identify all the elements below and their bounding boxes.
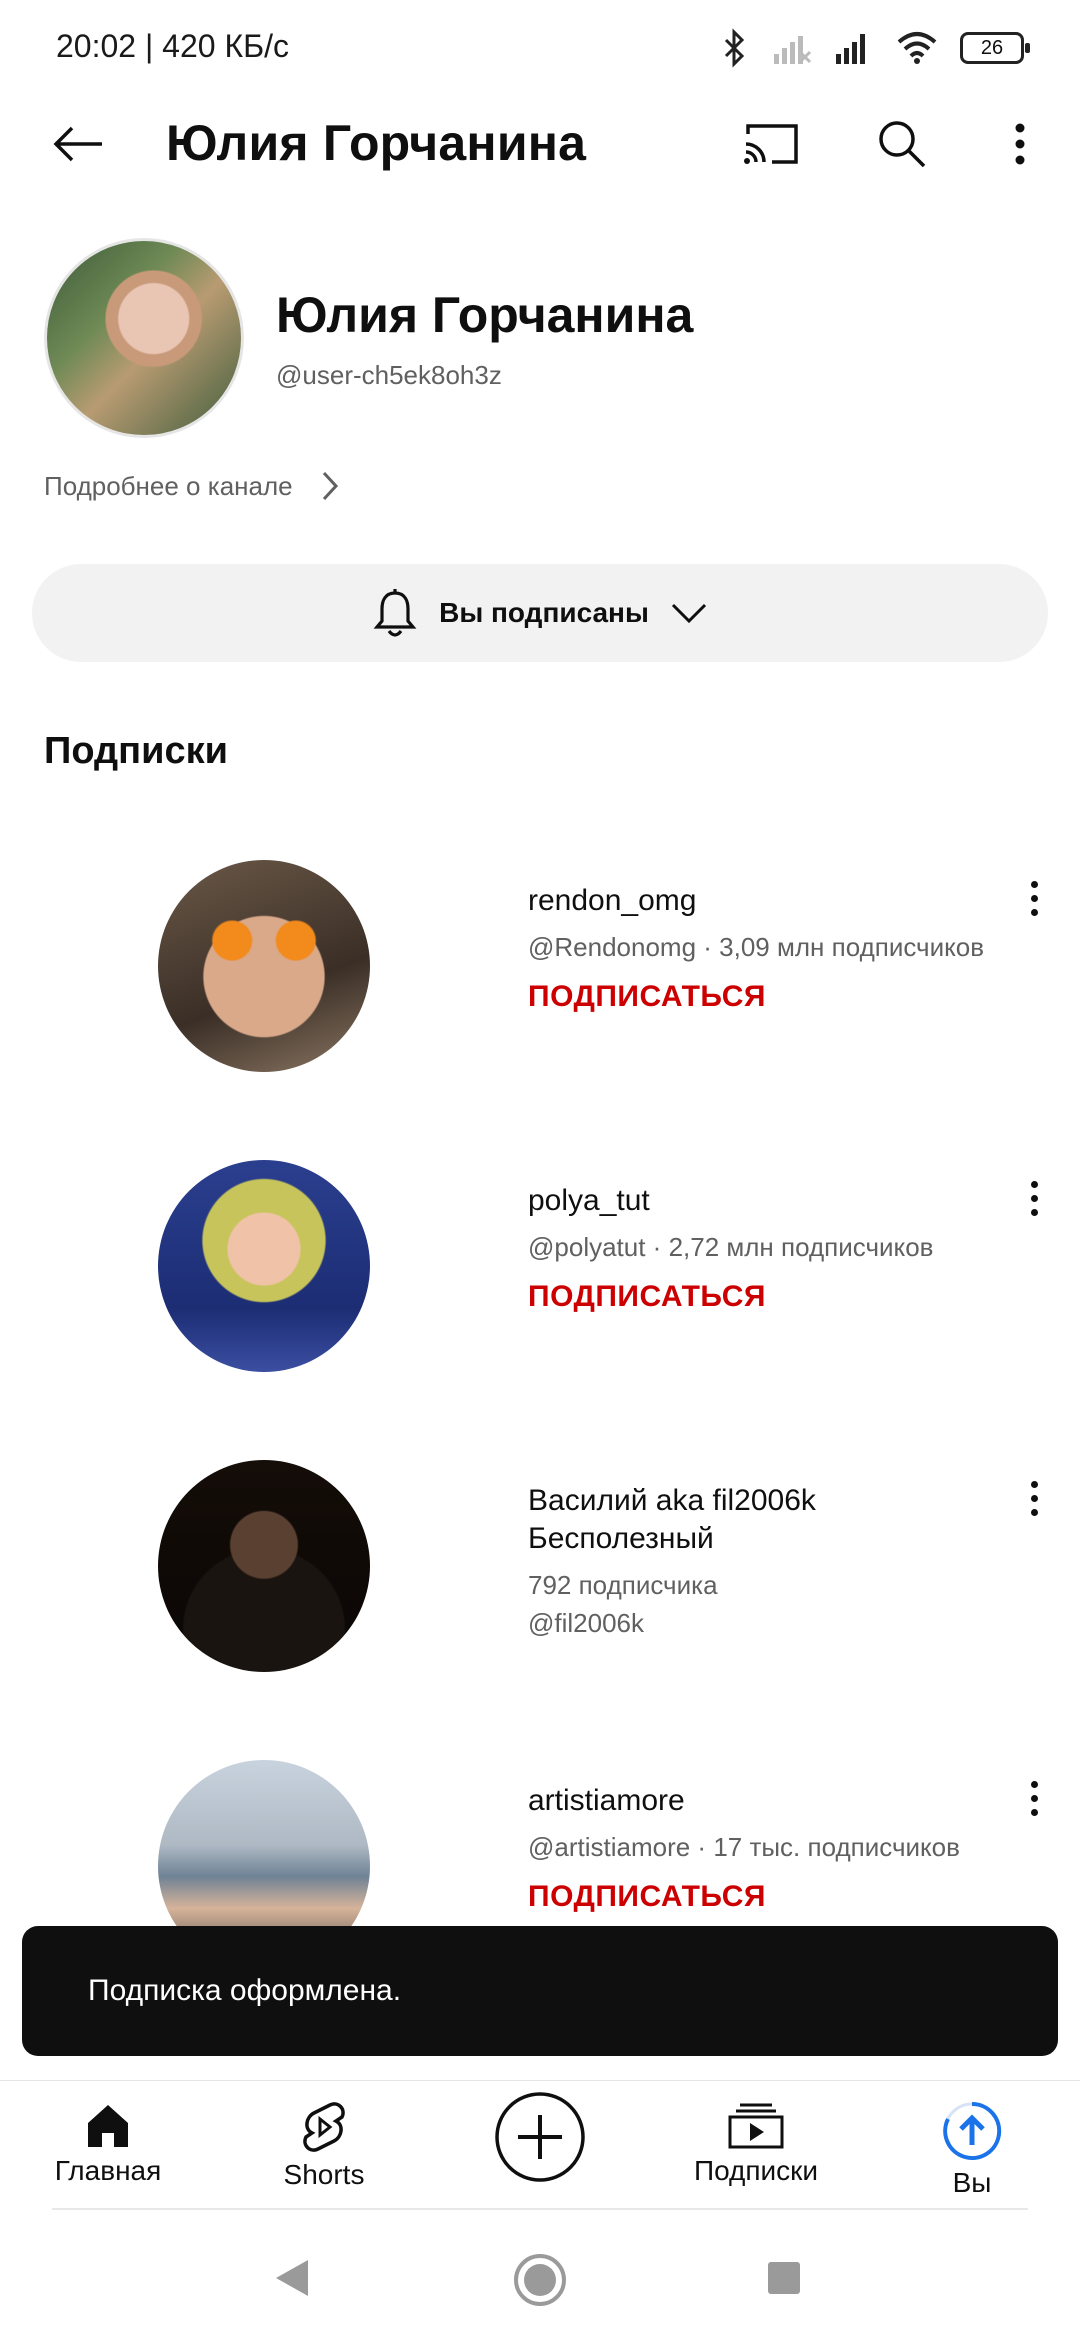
- channel-item-meta: @Rendonomg · 3,09 млн подписчиков: [528, 932, 985, 962]
- nav-home[interactable]: Главная: [18, 2101, 198, 2187]
- back-button[interactable]: [42, 108, 114, 180]
- channel-handle: @user-ch5ek8oh3z: [276, 360, 502, 390]
- more-vert-icon[interactable]: [1014, 1768, 1054, 1828]
- cast-icon: [744, 124, 798, 164]
- subscriptions-list: rendon_omg @Rendonomg · 3,09 млн подписч…: [0, 840, 1080, 1930]
- more-vert-icon[interactable]: [1014, 1468, 1054, 1528]
- list-item-info: rendon_omg @Rendonomg · 3,09 млн подписч…: [528, 882, 1018, 1014]
- battery-icon: 26: [960, 32, 1030, 64]
- more-vert-icon[interactable]: [1014, 868, 1054, 928]
- nav-you[interactable]: Вы: [882, 2101, 1062, 2199]
- nav-create[interactable]: [450, 2091, 630, 2183]
- subscribe-button[interactable]: ПОДПИСАТЬСЯ: [528, 1880, 1018, 1914]
- more-options-button[interactable]: [984, 108, 1056, 180]
- nav-you-label: Вы: [952, 2167, 992, 2198]
- you-avatar-icon: [943, 2101, 1002, 2160]
- nav-shorts[interactable]: Shorts: [234, 2101, 414, 2191]
- shorts-icon: [303, 2102, 345, 2152]
- back-arrow-icon: [53, 126, 102, 162]
- more-about-label: Подробнее о канале: [44, 470, 293, 501]
- create-plus-icon: [495, 2092, 585, 2182]
- back-triangle-icon[interactable]: [274, 2258, 310, 2298]
- channel-item-handle: @fil2006k: [528, 1608, 645, 1638]
- wifi-icon: [897, 32, 937, 64]
- channel-item-name: artistiamore: [528, 1784, 685, 1817]
- search-button[interactable]: [866, 108, 938, 180]
- chevron-right-icon: [322, 471, 338, 501]
- avatar[interactable]: [158, 1160, 370, 1372]
- bottom-nav: Главная Shorts Подписки Вы: [0, 2080, 1080, 2210]
- channel-item-name: polya_tut: [528, 1184, 650, 1217]
- channel-name: Юлия Горчанина: [276, 287, 694, 343]
- nav-home-label: Главная: [54, 2155, 162, 2186]
- channel-item-name: rendon_omg: [528, 884, 697, 917]
- avatar[interactable]: [158, 1760, 370, 1930]
- search-icon: [879, 121, 926, 168]
- channel-item-meta: @polyatut · 2,72 млн подписчиков: [528, 1232, 934, 1262]
- system-nav-bar: [0, 2230, 1080, 2340]
- subscribed-button[interactable]: Вы подписаны: [32, 564, 1048, 662]
- chevron-down-icon: [671, 603, 706, 623]
- signal-icon: [836, 34, 865, 64]
- list-item-info: polya_tut @polyatut · 2,72 млн подписчик…: [528, 1182, 1018, 1314]
- status-bar: 20:02 | 420 КБ/с 26: [0, 0, 1080, 96]
- bluetooth-icon: [724, 28, 745, 68]
- channel-item-name: Василий aka fil2006k Бесполезный: [528, 1484, 816, 1555]
- list-item[interactable]: rendon_omg @Rendonomg · 3,09 млн подписч…: [0, 860, 1080, 1100]
- top-app-bar: Юлия Горчанина: [0, 96, 1080, 192]
- status-time-speed: 20:02 | 420 КБ/с: [56, 28, 289, 64]
- page-title: Юлия Горчанина: [166, 115, 587, 171]
- nav-shorts-label: Shorts: [283, 2159, 365, 2190]
- gesture-divider: [52, 2208, 1028, 2210]
- subscribe-button[interactable]: ПОДПИСАТЬСЯ: [528, 980, 1018, 1014]
- channel-item-meta: 792 подписчика: [528, 1570, 718, 1600]
- subscribe-button[interactable]: ПОДПИСАТЬСЯ: [528, 1280, 1018, 1314]
- cast-button[interactable]: [736, 108, 808, 180]
- avatar[interactable]: [158, 860, 370, 1072]
- nav-subscriptions[interactable]: Подписки: [666, 2101, 846, 2187]
- avatar[interactable]: [158, 1460, 370, 1672]
- subscriptions-section-title: Подписки: [44, 730, 228, 772]
- nav-subscriptions-label: Подписки: [693, 2155, 819, 2186]
- channel-item-meta: @artistiamore · 17 тыс. подписчиков: [528, 1832, 960, 1862]
- more-vert-icon: [1015, 123, 1025, 165]
- snackbar: Подписка оформлена.: [22, 1926, 1058, 2056]
- channel-header: Юлия Горчанина @user-ch5ek8oh3z: [0, 236, 1080, 446]
- list-item-info: artistiamore @artistiamore · 17 тыс. под…: [528, 1782, 1018, 1914]
- status-icons: 26: [720, 24, 1030, 72]
- recents-square-icon[interactable]: [766, 2260, 802, 2296]
- home-icon: [88, 2105, 128, 2147]
- list-item-info: Василий aka fil2006k Бесполезный 792 под…: [528, 1482, 858, 1642]
- list-item[interactable]: polya_tut @polyatut · 2,72 млн подписчик…: [0, 1160, 1080, 1400]
- more-about-channel-link[interactable]: Подробнее о канале: [44, 470, 339, 502]
- channel-avatar: [44, 238, 244, 438]
- subscribed-label: Вы подписаны: [439, 597, 649, 628]
- list-item[interactable]: artistiamore @artistiamore · 17 тыс. под…: [0, 1760, 1080, 1930]
- list-item[interactable]: Василий aka fil2006k Бесполезный 792 под…: [0, 1460, 1080, 1700]
- snackbar-text: Подписка оформлена.: [88, 1974, 402, 2007]
- more-vert-icon[interactable]: [1014, 1168, 1054, 1228]
- subscriptions-icon: [728, 2103, 784, 2149]
- signal-off-icon: [774, 36, 812, 64]
- bell-icon: [373, 589, 417, 637]
- home-circle-icon[interactable]: [512, 2252, 568, 2308]
